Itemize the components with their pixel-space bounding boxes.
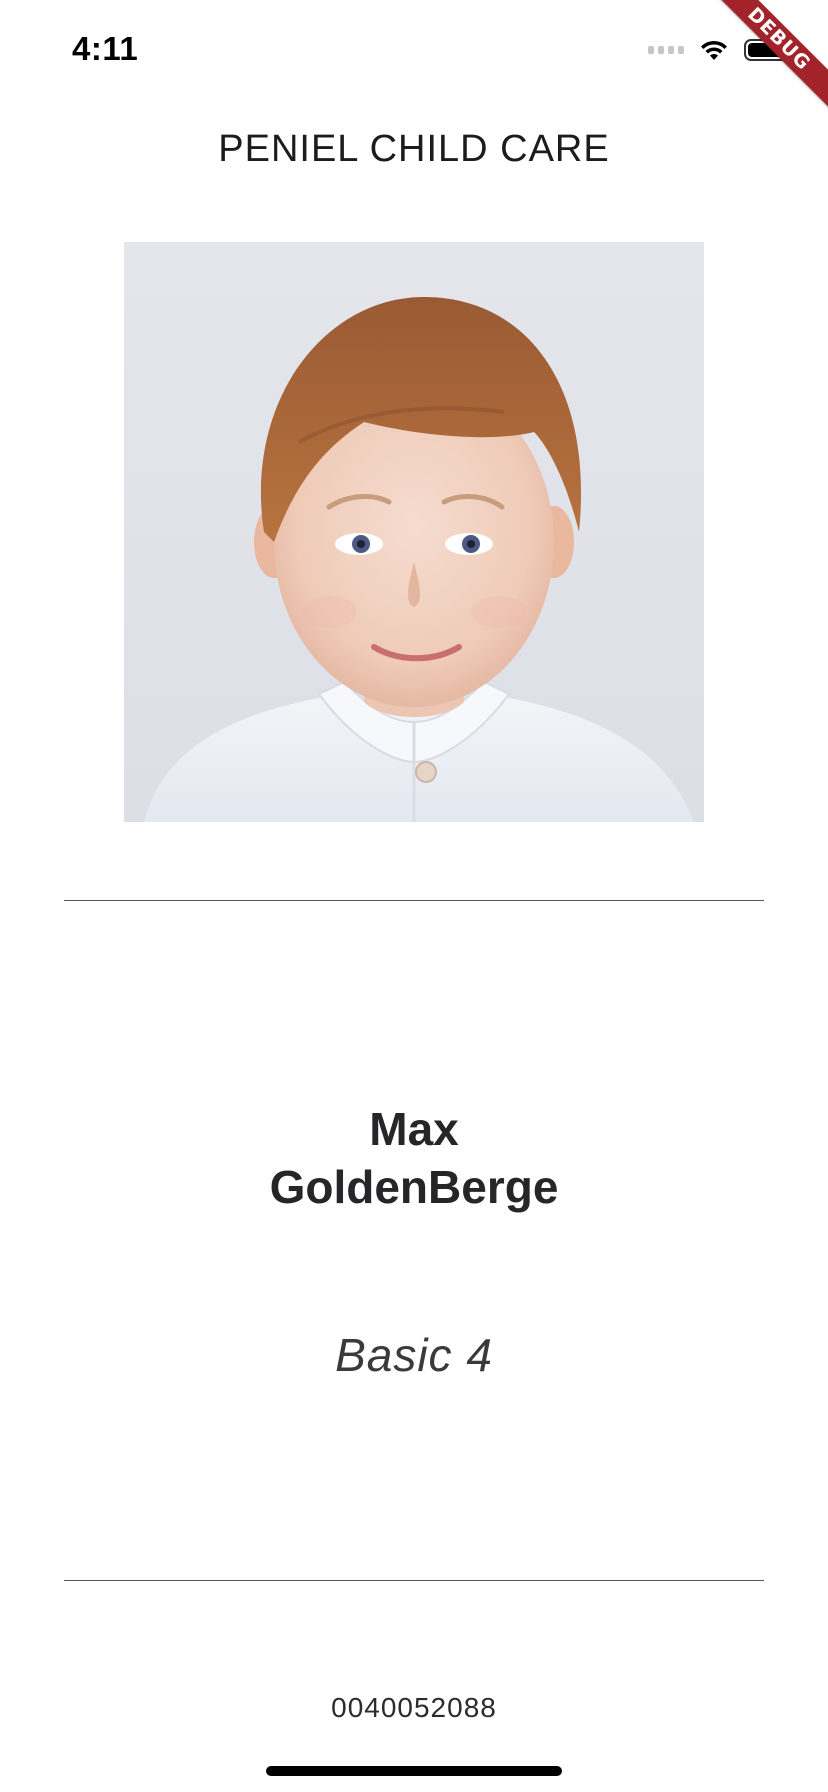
home-indicator[interactable] [266, 1766, 562, 1776]
student-name: Max GoldenBerge [0, 1100, 828, 1216]
student-class: Basic 4 [335, 1329, 493, 1381]
student-last-name: GoldenBerge [269, 1161, 559, 1213]
bottom-divider [64, 1580, 764, 1581]
student-first-name: Max [369, 1103, 459, 1155]
top-divider [64, 900, 764, 901]
student-photo [124, 242, 704, 822]
student-id-number: 0040052088 [331, 1692, 497, 1723]
child-portrait-image [144, 297, 694, 822]
status-icons [648, 34, 794, 66]
debug-banner: DEBUG [688, 0, 828, 140]
battery-icon [744, 39, 794, 61]
wifi-icon [701, 40, 727, 60]
status-time: 4:11 [72, 30, 139, 67]
page-title: PENIEL CHILD CARE [218, 128, 610, 170]
cellular-signal-icon [648, 46, 684, 54]
